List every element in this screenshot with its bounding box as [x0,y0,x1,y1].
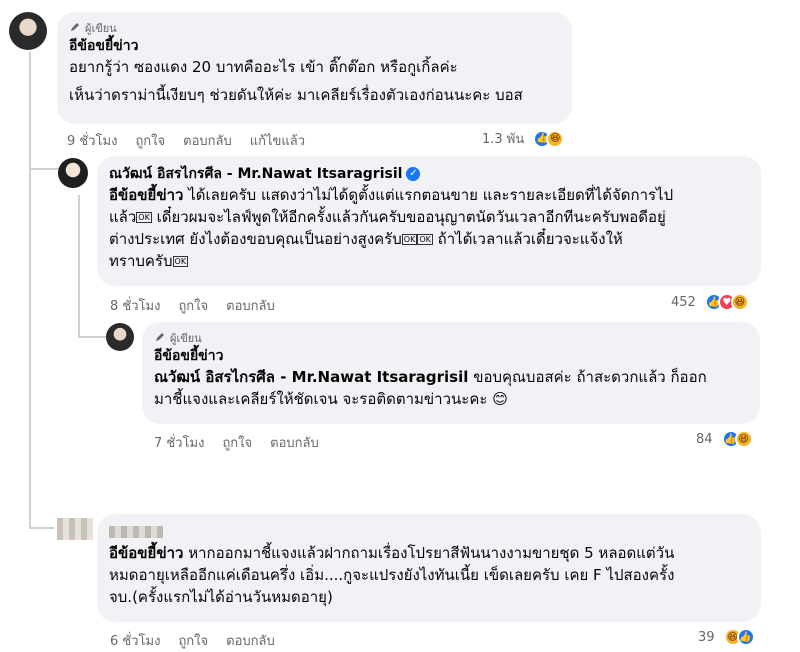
comment-actions: 9 ชั่วโมง ถูกใจ ตอบกลับ แก้ไขแล้ว [67,130,305,151]
ok-symbol: OK [417,234,433,245]
reply-button[interactable]: ตอบกลับ [270,432,319,453]
commenter-name[interactable]: อีข้อขยี้ข่าว [154,346,748,366]
comment-text: ณวัฒน์ อิสรไกรศีล - Mr.Nawat Itsaragrisi… [154,368,707,408]
reaction-count: 84 [696,431,713,447]
timestamp[interactable]: 7 ชั่วโมง [154,432,204,453]
comment-bubble: ผู้เขียน อีข้อขยี้ข่าว ณวัฒน์ อิสรไกรศีล… [142,322,760,424]
like-button[interactable]: ถูกใจ [135,130,165,151]
thread-line [78,195,80,337]
avatar[interactable] [106,323,134,351]
reaction-count: 1.3 พัน [482,132,525,147]
timestamp[interactable]: 6 ชั่วโมง [110,630,160,651]
thread-line [29,52,31,170]
haha-reaction-icon: 😆 [546,129,565,148]
avatar[interactable] [58,158,88,188]
comment-actions: 6 ชั่วโมง ถูกใจ ตอบกลับ [110,630,275,651]
like-button[interactable]: ถูกใจ [178,295,208,316]
commenter-name[interactable]: อีข้อขยี้ข่าว [69,36,560,56]
comment-text: อีข้อขยี้ข่าว ได้เลยครับ แสดงว่าไม่ได้ดู… [109,186,674,270]
ok-symbol: OK [136,212,152,223]
commenter-name[interactable]: ณวัฒน์ อิสรไกรศีล - Mr.Nawat Itsaragrisi… [109,164,749,184]
comment-text: อยากรู้ว่า ซองแดง 20 บาทคืออะไร เข้า ติ๊… [69,58,458,76]
comment-bubble: อีข้อขยี้ข่าว หากออกมาชี้แจงแล้วฝากถามเร… [97,514,761,622]
thread-line [29,168,59,170]
commenter-name-blurred[interactable] [109,522,749,542]
timestamp[interactable]: 9 ชั่วโมง [67,130,117,151]
mention-tag[interactable]: ณวัฒน์ อิสรไกรศีล - Mr.Nawat Itsaragrisi… [154,368,468,386]
haha-reaction-icon: 😆 [730,293,749,311]
like-button[interactable]: ถูกใจ [178,630,208,651]
mention-tag[interactable]: อีข้อขยี้ข่าว [109,186,183,204]
reply-button[interactable]: ตอบกลับ [226,295,275,316]
author-badge: ผู้เขียน [69,20,560,36]
pencil-icon [156,333,164,341]
comment-actions: 8 ชั่วโมง ถูกใจ ตอบกลับ [110,295,275,316]
ok-symbol: OK [401,234,418,245]
comment-text: เห็นว่าดราม่านี้เงียบๆ ช่วยดันให้ค่ะ มาเ… [69,86,523,104]
edited-label: แก้ไขแล้ว [249,134,306,149]
comment-bubble: ณวัฒน์ อิสรไกรศีล - Mr.Nawat Itsaragrisi… [97,156,761,286]
reply-button[interactable]: ตอบกลับ [226,630,275,651]
avatar[interactable] [57,518,93,540]
thread-line [78,336,106,338]
like-reaction-icon: 👍 [736,628,755,646]
verified-badge-icon: ✓ [406,167,421,181]
pencil-icon [71,23,79,31]
reaction-summary[interactable]: 452 👍 ♥ 😆 [671,293,749,311]
comment-text: อีข้อขยี้ข่าว หากออกมาชี้แจงแล้วฝากถามเร… [109,544,675,606]
haha-reaction-icon: 😆 [734,430,753,448]
like-button[interactable]: ถูกใจ [222,432,252,453]
smile-emoji: 😊 [492,390,508,408]
author-badge: ผู้เขียน [154,330,748,346]
reaction-summary[interactable]: 1.3 พัน 👍 😆 [482,128,565,149]
reaction-summary[interactable]: 84 👍 😆 [696,430,753,448]
timestamp[interactable]: 8 ชั่วโมง [110,295,160,316]
reaction-count: 39 [698,629,715,645]
ok-symbol: OK [172,256,189,267]
reaction-summary[interactable]: 39 😆 👍 [698,628,755,646]
thread-line [29,168,31,528]
comment-bubble: ผู้เขียน อีข้อขยี้ข่าว อยากรู้ว่า ซองแดง… [57,12,572,124]
mention-tag[interactable]: อีข้อขยี้ข่าว [109,544,183,562]
avatar[interactable] [9,12,47,50]
thread-line [29,527,54,529]
reaction-count: 452 [671,294,696,310]
reply-button[interactable]: ตอบกลับ [183,130,232,151]
comment-actions: 7 ชั่วโมง ถูกใจ ตอบกลับ [154,432,319,453]
